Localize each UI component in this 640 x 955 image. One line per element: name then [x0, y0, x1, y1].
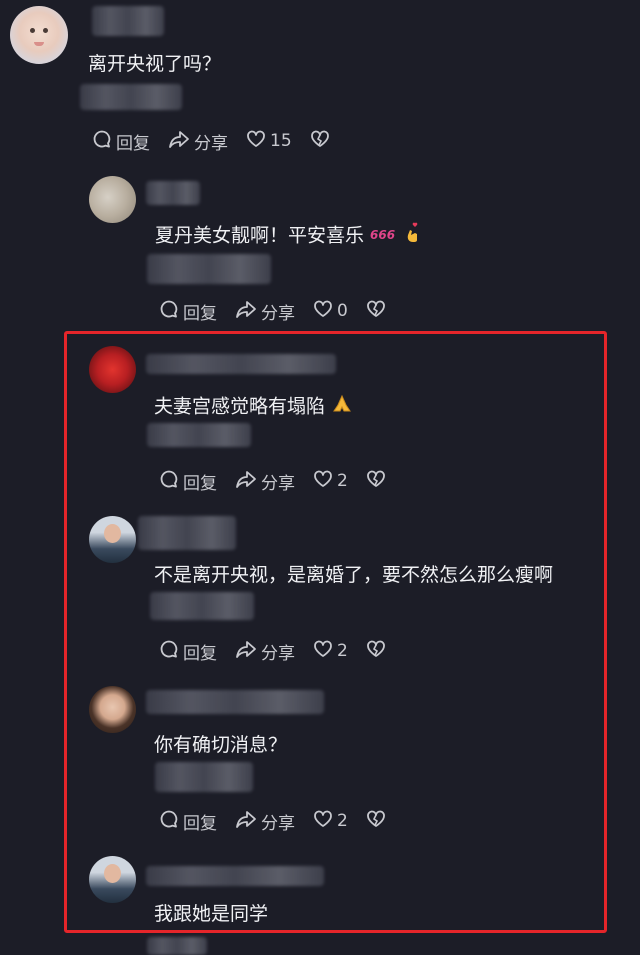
svg-text:666: 666 [370, 228, 395, 242]
like-count: 2 [337, 811, 348, 831]
share-label: 分享 [261, 303, 295, 324]
avatar[interactable] [89, 346, 136, 393]
reply-button[interactable]: 回复 [159, 639, 217, 664]
comment-actions: 回复 分享 15 [92, 129, 334, 154]
dislike-button[interactable] [366, 809, 390, 834]
share-button[interactable]: 分享 [235, 469, 295, 494]
emoji-666-icon: 666 [370, 224, 396, 248]
heart-icon [246, 129, 270, 154]
like-count: 15 [270, 131, 292, 151]
timestamp-blurred [147, 423, 251, 447]
reply-label: 回复 [183, 303, 217, 324]
username-blurred [92, 6, 164, 36]
comment-actions: 回复 分享 2 [159, 469, 390, 494]
comment-text: 离开央视了吗？ [88, 53, 222, 75]
like-button[interactable]: 0 [313, 299, 348, 324]
dislike-button[interactable] [366, 639, 390, 664]
avatar[interactable] [89, 176, 136, 223]
avatar[interactable] [89, 856, 136, 903]
like-button[interactable]: 2 [313, 639, 348, 664]
timestamp-blurred [155, 762, 253, 792]
share-icon [235, 639, 261, 664]
broken-heart-icon [366, 299, 390, 324]
like-button[interactable]: 2 [313, 469, 348, 494]
username-blurred [146, 181, 200, 205]
emoji-fingers-heart-icon [402, 222, 424, 250]
heart-icon [313, 809, 337, 834]
share-label: 分享 [261, 473, 295, 494]
like-count: 2 [337, 641, 348, 661]
share-button[interactable]: 分享 [235, 299, 295, 324]
highlight-box [64, 331, 607, 933]
reply-label: 回复 [116, 133, 150, 154]
reply-label: 回复 [183, 813, 217, 834]
broken-heart-icon [366, 809, 390, 834]
share-icon [168, 129, 194, 154]
broken-heart-icon [366, 639, 390, 664]
like-button[interactable]: 2 [313, 809, 348, 834]
share-icon [235, 809, 261, 834]
reply-button[interactable]: 回复 [159, 809, 217, 834]
username-blurred [146, 354, 336, 374]
dislike-button[interactable] [310, 129, 334, 154]
username-blurred [138, 516, 236, 550]
comment-text-content: 夏丹美女靓啊！平安喜乐 [155, 224, 365, 247]
emoji-pray-icon [331, 393, 353, 421]
comment-icon [159, 809, 183, 834]
avatar[interactable] [10, 6, 68, 64]
comment-actions: 回复 分享 2 [159, 809, 390, 834]
comment-actions: 回复 分享 2 [159, 639, 390, 664]
heart-icon [313, 469, 337, 494]
comment-icon [159, 639, 183, 664]
timestamp-blurred [80, 84, 182, 110]
timestamp-blurred [150, 592, 254, 620]
like-count: 2 [337, 471, 348, 491]
broken-heart-icon [366, 469, 390, 494]
share-icon [235, 469, 261, 494]
comment-icon [159, 299, 183, 324]
timestamp-blurred [147, 937, 207, 955]
reply-button[interactable]: 回复 [159, 299, 217, 324]
share-label: 分享 [261, 813, 295, 834]
share-label: 分享 [194, 133, 228, 154]
heart-icon [313, 299, 337, 324]
reply-button[interactable]: 回复 [92, 129, 150, 154]
comment-text: 不是离开央视，是离婚了，要不然怎么那么瘦啊 [154, 564, 554, 586]
avatar[interactable] [89, 516, 136, 563]
timestamp-blurred [147, 254, 271, 284]
dislike-button[interactable] [366, 299, 390, 324]
username-blurred [146, 866, 324, 886]
comment-icon [159, 469, 183, 494]
avatar[interactable] [89, 686, 136, 733]
share-button[interactable]: 分享 [235, 639, 295, 664]
dislike-button[interactable] [366, 469, 390, 494]
comment-actions: 回复 分享 0 [159, 299, 390, 324]
like-button[interactable]: 15 [246, 129, 292, 154]
comment-icon [92, 129, 116, 154]
reply-button[interactable]: 回复 [159, 469, 217, 494]
share-button[interactable]: 分享 [235, 809, 295, 834]
reply-label: 回复 [183, 473, 217, 494]
comment-text: 夏丹美女靓啊！平安喜乐 666 [155, 222, 424, 250]
share-button[interactable]: 分享 [168, 129, 228, 154]
like-count: 0 [337, 301, 348, 321]
comment-text: 你有确切消息？ [154, 734, 288, 756]
heart-icon [313, 639, 337, 664]
comment-text: 我跟她是同学 [154, 903, 269, 925]
share-icon [235, 299, 261, 324]
broken-heart-icon [310, 129, 334, 154]
comment-text-content: 夫妻宫感觉略有塌陷 [154, 395, 326, 418]
reply-label: 回复 [183, 643, 217, 664]
comment-text: 夫妻宫感觉略有塌陷 [154, 393, 353, 421]
username-blurred [146, 690, 324, 714]
share-label: 分享 [261, 643, 295, 664]
